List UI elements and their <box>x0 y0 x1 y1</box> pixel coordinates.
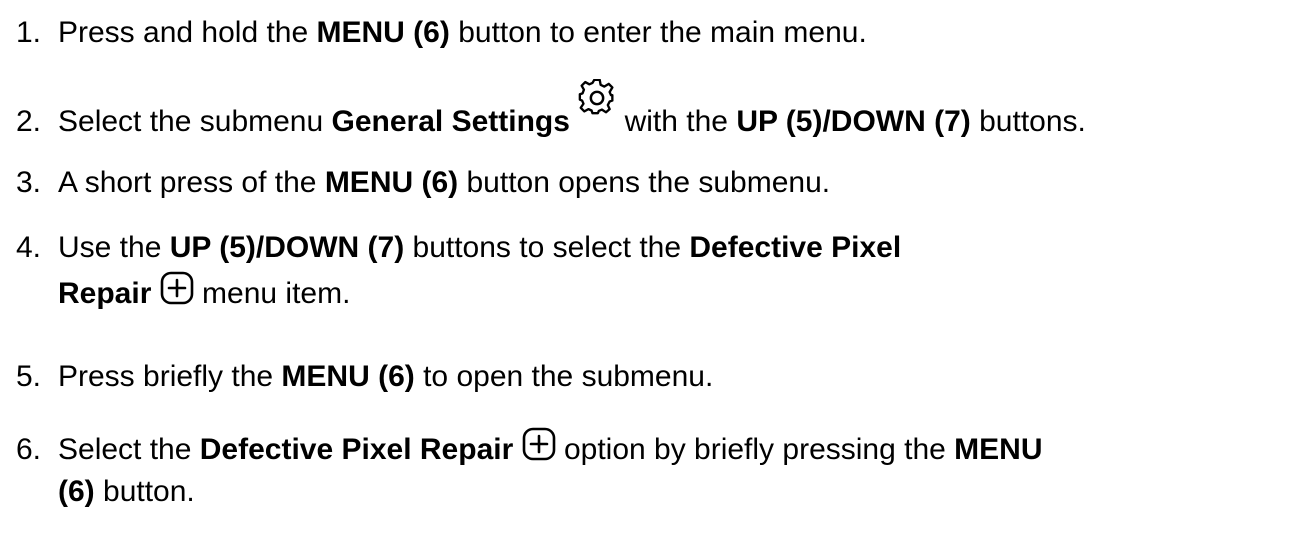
step-bold-text: MENU (6) <box>316 16 450 49</box>
step-text: button to enter the main menu. <box>449 16 867 49</box>
step-bold-text: MENU (6) <box>324 166 459 199</box>
step-5: 5. Press briefly the MENU (6) to open the… <box>16 356 713 398</box>
step-text: menu item. <box>193 277 351 310</box>
step-continuation: Repair menu item. <box>16 269 901 315</box>
step-1: 1. Press and hold the MENU (6) button to … <box>16 12 867 54</box>
plus-box-icon <box>522 425 556 471</box>
step-text: buttons to select the <box>404 231 690 264</box>
step-text <box>570 105 578 138</box>
plus-box-icon <box>160 269 194 315</box>
step-text: option by briefly pressing the <box>555 433 955 466</box>
step-text: Press and hold the <box>58 16 317 49</box>
step-number: 2. <box>16 105 42 138</box>
step-text: Press briefly the <box>58 360 282 393</box>
step-number: 5. <box>16 360 42 393</box>
step-number: 1. <box>16 16 42 49</box>
step-text: to open the submenu. <box>414 360 714 393</box>
step-number: 6. <box>16 433 42 466</box>
step-bold-text: Defective Pixel Repair <box>199 433 514 466</box>
step-text: Select the submenu <box>58 105 332 138</box>
step-bold-text: MENU <box>954 433 1043 466</box>
step-number: 4. <box>16 231 42 264</box>
step-3: 3. A short press of the MENU (6) button o… <box>16 162 830 204</box>
step-continuation: (6) button. <box>16 471 1043 513</box>
step-6: 6. Select the Defective Pixel Repair opti… <box>16 425 1043 513</box>
step-bold-text: UP (5)/DOWN (7) <box>169 231 405 264</box>
step-bold-text: Repair <box>58 277 152 310</box>
step-2: 2. Select the submenu General Settings wi… <box>16 78 1086 143</box>
step-text: Select the <box>58 433 200 466</box>
step-text: with the <box>616 105 737 138</box>
step-4: 4. Use the UP (5)/DOWN (7) buttons to sel… <box>16 227 901 315</box>
step-bold-text: General Settings <box>331 105 570 138</box>
gear-icon <box>578 78 616 143</box>
step-bold-text: Defective Pixel <box>689 231 902 264</box>
step-bold-text: (6) <box>58 475 95 508</box>
step-number: 3. <box>16 166 42 199</box>
step-text: button. <box>94 475 195 508</box>
step-text: buttons. <box>970 105 1086 138</box>
step-bold-text: MENU (6) <box>281 360 415 393</box>
step-text: button opens the submenu. <box>458 166 831 199</box>
step-bold-text: UP (5)/DOWN (7) <box>736 105 971 138</box>
step-text: A short press of the <box>58 166 325 199</box>
step-text: Use the <box>58 231 170 264</box>
